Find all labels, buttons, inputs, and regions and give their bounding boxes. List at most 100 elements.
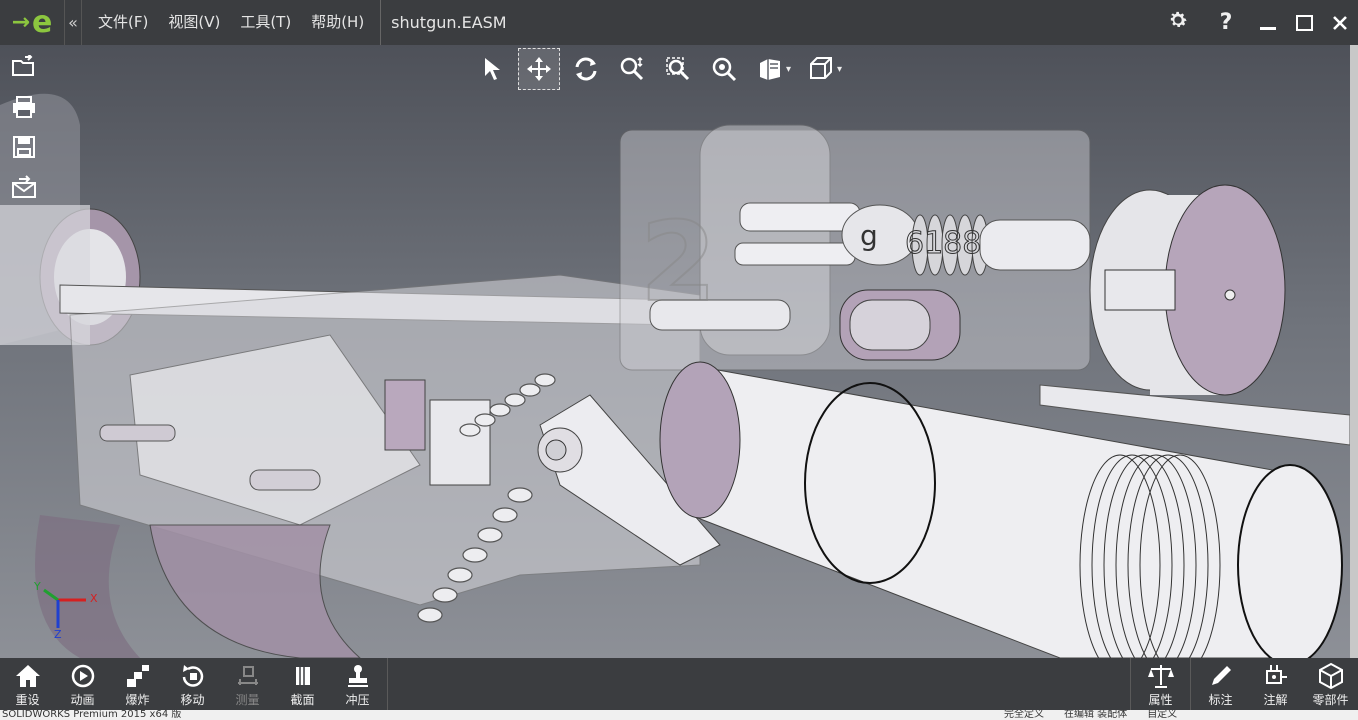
print-icon bbox=[13, 96, 35, 118]
pencil-icon bbox=[1211, 666, 1231, 685]
properties-label: 属性 bbox=[1148, 693, 1173, 707]
home-icon bbox=[15, 665, 40, 687]
rotate-button[interactable] bbox=[566, 49, 606, 89]
bottom-tools-right: 属性 标注 注解 零部件 bbox=[1128, 658, 1358, 710]
model-stamp-text: 6188 bbox=[905, 226, 981, 261]
axis-triad: X Y Z bbox=[33, 580, 98, 640]
collapse-panel-button[interactable]: « bbox=[64, 0, 82, 45]
reset-label: 重设 bbox=[15, 693, 40, 707]
view-state-dropdown-icon[interactable]: ▾ bbox=[786, 64, 791, 75]
minimize-icon bbox=[1260, 27, 1276, 30]
zoom-fit-icon bbox=[712, 57, 737, 82]
open-file-icon bbox=[12, 55, 34, 76]
window-controls: ? bbox=[1154, 0, 1358, 45]
components-label: 零部件 bbox=[1312, 693, 1349, 707]
status-bar: SOLIDWORKS Premium 2015 x64 版 完全定义 在编辑 装… bbox=[0, 710, 1358, 720]
view-state-icon bbox=[760, 59, 780, 80]
animation-icon bbox=[71, 664, 94, 688]
select-button[interactable] bbox=[472, 49, 512, 89]
toolbar-divider bbox=[387, 658, 388, 710]
print-button[interactable] bbox=[6, 92, 42, 122]
status-editing: 在编辑 装配体 bbox=[1064, 710, 1128, 720]
explode-button[interactable]: 爆炸 bbox=[110, 658, 165, 710]
close-icon bbox=[1333, 15, 1347, 30]
bottom-tools-left: 重设 动画 爆炸 移动 测量 截面 冲压 bbox=[0, 658, 390, 710]
close-button[interactable] bbox=[1322, 9, 1358, 37]
markup-button[interactable]: 标注 bbox=[1193, 658, 1248, 710]
axis-y-label: Y bbox=[33, 580, 41, 593]
status-definition: 完全定义 bbox=[1004, 710, 1044, 720]
maximize-icon bbox=[1295, 14, 1313, 31]
scale-icon bbox=[1147, 665, 1174, 688]
app-logo[interactable]: → e bbox=[0, 0, 64, 45]
model-stamp-prefix: g bbox=[860, 219, 878, 252]
side-toolbar bbox=[6, 52, 42, 202]
stamp-icon bbox=[347, 665, 368, 687]
save-button[interactable] bbox=[6, 132, 42, 162]
animation-label: 动画 bbox=[70, 693, 95, 707]
status-right-group: 完全定义 在编辑 装配体 自定义 bbox=[1004, 710, 1177, 720]
properties-button[interactable]: 属性 bbox=[1133, 658, 1188, 710]
zoom-icon bbox=[620, 56, 644, 81]
document-title: shutgun.EASM bbox=[391, 13, 507, 32]
select-arrow-icon bbox=[485, 58, 500, 80]
open-file-button[interactable] bbox=[6, 52, 42, 82]
vertical-scrollbar[interactable] bbox=[1350, 45, 1358, 658]
explode-icon bbox=[126, 665, 149, 687]
logo-arrow-icon: → bbox=[11, 10, 31, 35]
animation-button[interactable]: 动画 bbox=[55, 658, 110, 710]
view-toolbar: ▾ ▾ bbox=[472, 48, 846, 90]
title-bar: → e « 文件(F) 视图(V) 工具(T) 帮助(H) shutgun.EA… bbox=[0, 0, 1358, 45]
view-state-button[interactable] bbox=[750, 49, 790, 89]
status-custom: 自定义 bbox=[1147, 710, 1178, 720]
axis-z-label: Z bbox=[54, 628, 62, 640]
logo-text: e bbox=[32, 5, 53, 40]
menu-tools[interactable]: 工具(T) bbox=[230, 0, 301, 45]
toolbar-divider bbox=[1130, 658, 1131, 710]
pan-icon bbox=[527, 57, 551, 81]
menu-view[interactable]: 视图(V) bbox=[158, 0, 230, 45]
zoom-button[interactable] bbox=[612, 49, 652, 89]
move-label: 移动 bbox=[180, 693, 205, 707]
measure-button[interactable]: 测量 bbox=[220, 658, 275, 710]
annotation-label: 注解 bbox=[1263, 693, 1288, 707]
zoom-fit-button[interactable] bbox=[704, 49, 744, 89]
standard-view-dropdown-icon[interactable]: ▾ bbox=[837, 64, 842, 75]
move-icon bbox=[182, 665, 203, 687]
bottom-toolbar: 重设 动画 爆炸 移动 测量 截面 冲压 属性 标注 注解 零部件 bbox=[0, 658, 1358, 710]
email-icon bbox=[12, 175, 36, 198]
section-icon bbox=[295, 667, 310, 685]
save-icon bbox=[13, 136, 35, 158]
svg-text:2: 2 bbox=[640, 198, 717, 326]
menu-help[interactable]: 帮助(H) bbox=[301, 0, 374, 45]
toolbar-divider bbox=[1190, 658, 1191, 710]
section-label: 截面 bbox=[290, 693, 315, 707]
section-button[interactable]: 截面 bbox=[275, 658, 330, 710]
email-button[interactable] bbox=[6, 172, 42, 202]
annotation-button[interactable]: 注解 bbox=[1248, 658, 1303, 710]
stamp-label: 冲压 bbox=[345, 693, 370, 707]
menu-bar: 文件(F) 视图(V) 工具(T) 帮助(H) bbox=[82, 0, 382, 45]
move-button[interactable]: 移动 bbox=[165, 658, 220, 710]
zoom-area-button[interactable] bbox=[658, 49, 698, 89]
components-icon bbox=[1318, 662, 1343, 690]
explode-label: 爆炸 bbox=[125, 693, 150, 707]
components-button[interactable]: 零部件 bbox=[1303, 658, 1358, 710]
help-button[interactable]: ? bbox=[1202, 10, 1250, 35]
zoom-area-icon bbox=[666, 57, 690, 81]
minimize-button[interactable] bbox=[1250, 9, 1286, 37]
maximize-button[interactable] bbox=[1286, 9, 1322, 37]
standard-view-icon bbox=[810, 57, 833, 79]
menu-file[interactable]: 文件(F) bbox=[88, 0, 158, 45]
markup-label: 标注 bbox=[1208, 693, 1233, 707]
rotate-icon bbox=[575, 57, 597, 81]
settings-button[interactable] bbox=[1154, 9, 1202, 37]
measure-label: 测量 bbox=[235, 693, 260, 707]
reset-button[interactable]: 重设 bbox=[0, 658, 55, 710]
model-viewport[interactable]: g 6188 2 X Y Z bbox=[0, 45, 1350, 658]
measure-icon bbox=[237, 666, 258, 685]
gear-icon bbox=[1170, 11, 1187, 27]
pan-button[interactable] bbox=[518, 48, 560, 90]
stamp-button[interactable]: 冲压 bbox=[330, 658, 385, 710]
standard-view-button[interactable] bbox=[801, 49, 841, 89]
